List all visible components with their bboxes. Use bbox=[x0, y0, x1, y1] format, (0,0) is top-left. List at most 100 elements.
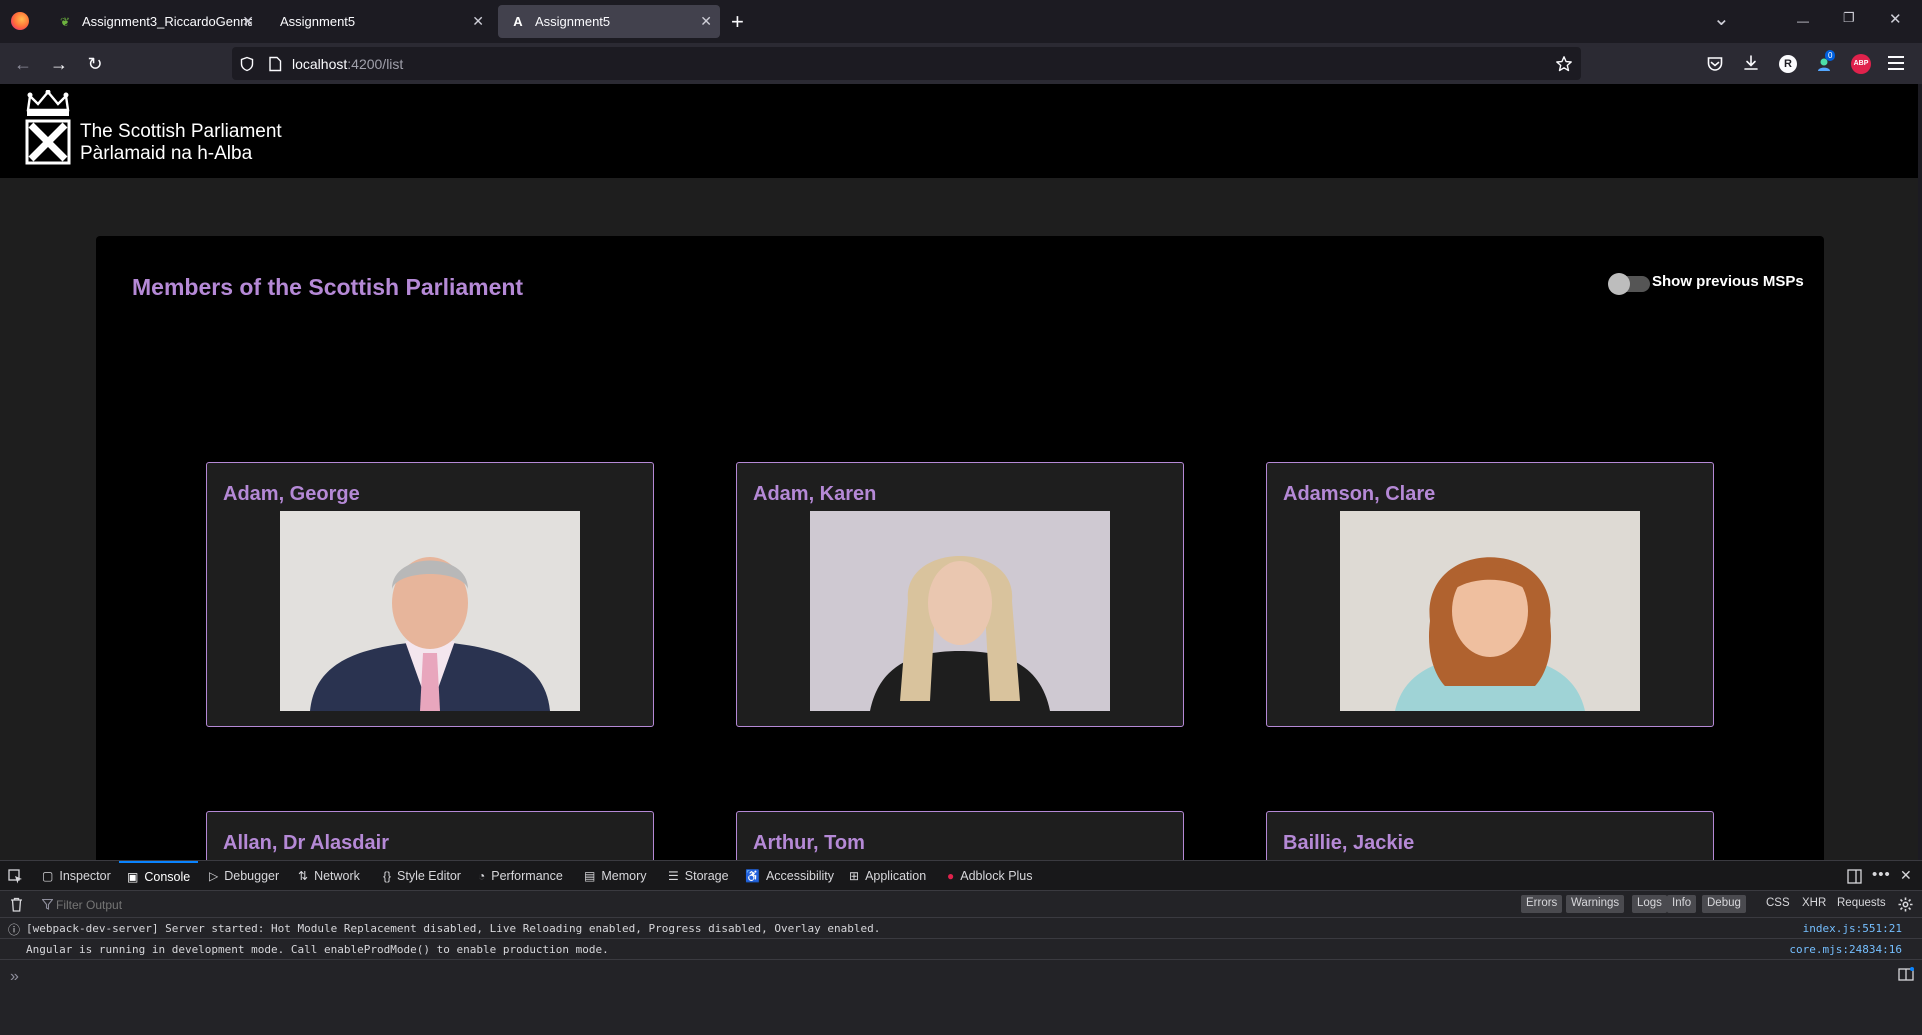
storage-icon: ☰ bbox=[668, 869, 679, 883]
page-viewport: The Scottish Parliament Pàrlamaid na h-A… bbox=[0, 84, 1918, 860]
devtools-tab-memory[interactable]: ▤ Memory bbox=[584, 861, 647, 891]
filter-logs[interactable]: Logs bbox=[1632, 895, 1667, 913]
console-prompt-icon[interactable]: » bbox=[10, 968, 19, 986]
page-icon[interactable] bbox=[268, 56, 282, 72]
tab-assignment3[interactable]: ❦ Assignment3_RiccardoGennarc ✕ bbox=[45, 5, 262, 38]
minimize-button[interactable]: — bbox=[1797, 14, 1809, 28]
devtools-tab-label: Performance bbox=[491, 869, 563, 883]
tab-assignment5-active[interactable]: A Assignment5 ✕ bbox=[498, 5, 720, 38]
msp-name[interactable]: Adamson, Clare bbox=[1283, 483, 1435, 506]
accessibility-icon: ♿ bbox=[745, 869, 760, 883]
devtools-tab-adblock-plus[interactable]: ● Adblock Plus bbox=[947, 861, 1033, 891]
dock-side-icon[interactable] bbox=[1847, 869, 1862, 884]
portrait-image bbox=[810, 511, 1110, 711]
close-window-button[interactable]: ✕ bbox=[1889, 10, 1902, 28]
filter-xhr[interactable]: XHR bbox=[1797, 895, 1831, 913]
tab-assignment5[interactable]: Assignment5 ✕ bbox=[267, 5, 492, 38]
page-title: Members of the Scottish Parliament bbox=[132, 274, 524, 300]
tab-close-icon[interactable]: ✕ bbox=[242, 13, 254, 30]
adblock-plus-icon[interactable]: ABP bbox=[1851, 54, 1871, 74]
url-text[interactable]: localhost:4200/list bbox=[292, 56, 403, 72]
devtools-tab-storage[interactable]: ☰ Storage bbox=[668, 861, 729, 891]
log-source-link[interactable]: index.js:551:21 bbox=[1803, 922, 1902, 935]
devtools-tab-performance[interactable]: ◔ Performance bbox=[478, 861, 563, 891]
filter-output-input[interactable] bbox=[56, 895, 456, 914]
msp-photo[interactable] bbox=[810, 511, 1110, 711]
console-settings-gear-icon[interactable] bbox=[1898, 897, 1913, 912]
filter-debug[interactable]: Debug bbox=[1702, 895, 1746, 913]
log-source-link[interactable]: core.mjs:24834:16 bbox=[1789, 943, 1902, 956]
show-previous-label[interactable]: Show previous MSPs bbox=[1652, 273, 1804, 290]
logo-title-gaelic: Pàrlamaid na h-Alba bbox=[80, 143, 253, 164]
filter-css[interactable]: CSS bbox=[1761, 895, 1795, 913]
clear-console-icon[interactable] bbox=[10, 897, 23, 912]
debugger-icon: ▷ bbox=[209, 869, 219, 883]
msp-card[interactable]: Adam, Karen bbox=[736, 462, 1184, 727]
portrait-image bbox=[1340, 511, 1640, 711]
devtools-tab-label: Accessibility bbox=[765, 869, 835, 883]
devtools-tab-console[interactable]: ▣ Console bbox=[119, 861, 199, 891]
devtools-tab-style-editor[interactable]: {} Style Editor bbox=[383, 861, 461, 891]
toggle-knob[interactable] bbox=[1608, 273, 1630, 295]
restore-button[interactable]: ❐ bbox=[1843, 10, 1855, 26]
menu-line bbox=[1888, 62, 1904, 64]
msp-name[interactable]: Allan, Dr Alasdair bbox=[223, 832, 389, 855]
msp-card[interactable]: Arthur, Tom bbox=[736, 811, 1184, 860]
angular-icon: A bbox=[513, 14, 523, 29]
msp-name[interactable]: Arthur, Tom bbox=[753, 832, 865, 855]
filter-icon bbox=[42, 899, 53, 910]
log-message: Angular is running in development mode. … bbox=[26, 943, 609, 956]
devtools-tab-debugger[interactable]: ▷ Debugger bbox=[209, 861, 279, 891]
msp-name[interactable]: Adam, George bbox=[223, 483, 360, 506]
tab-title: Assignment3_RiccardoGennarc bbox=[82, 14, 252, 29]
msp-photo[interactable] bbox=[280, 511, 580, 711]
devtools-tab-inspector[interactable]: ▢ Inspector bbox=[42, 861, 111, 891]
spring-leaf-icon: ❦ bbox=[59, 14, 71, 29]
msp-photo[interactable] bbox=[1340, 511, 1640, 711]
log-message: [webpack-dev-server] Server started: Hot… bbox=[26, 922, 881, 935]
msp-card[interactable]: Adam, George bbox=[206, 462, 654, 727]
pocket-icon[interactable] bbox=[1706, 55, 1724, 73]
extension-icon[interactable]: 0 bbox=[1815, 50, 1836, 74]
filter-warnings[interactable]: Warnings bbox=[1566, 895, 1625, 913]
split-console-icon[interactable] bbox=[1898, 967, 1914, 981]
pick-element-icon[interactable] bbox=[8, 869, 23, 884]
msp-card[interactable]: Baillie, Jackie bbox=[1266, 811, 1714, 860]
tab-close-icon[interactable]: ✕ bbox=[472, 13, 484, 30]
console-icon: ▣ bbox=[127, 870, 139, 884]
devtools-tab-application[interactable]: ⊞ Application bbox=[849, 861, 926, 891]
new-tab-button[interactable]: + bbox=[731, 9, 744, 35]
filter-info[interactable]: Info bbox=[1667, 895, 1697, 913]
bookmark-star-icon[interactable] bbox=[1555, 55, 1573, 73]
url-bar[interactable]: localhost:4200/list bbox=[232, 47, 1581, 80]
firefox-menu-icon[interactable] bbox=[11, 12, 29, 30]
parliament-logo[interactable]: The Scottish Parliament Pàrlamaid na h-A… bbox=[15, 87, 282, 166]
msp-list-panel: Members of the Scottish Parliament Show … bbox=[96, 236, 1824, 860]
msp-card[interactable]: Allan, Dr Alasdair bbox=[206, 811, 654, 860]
console-log-row: Angular is running in development mode. … bbox=[0, 939, 1922, 960]
forward-button[interactable]: → bbox=[46, 51, 72, 77]
reload-button[interactable]: ↻ bbox=[82, 51, 108, 77]
msp-card[interactable]: Adamson, Clare bbox=[1266, 462, 1714, 727]
filter-requests[interactable]: Requests bbox=[1832, 895, 1891, 913]
devtools-more-icon[interactable]: ••• bbox=[1872, 866, 1891, 883]
list-all-tabs-button[interactable]: ⌄ bbox=[1713, 6, 1730, 31]
back-button[interactable]: ← bbox=[10, 51, 36, 77]
hamburger-menu-icon[interactable] bbox=[1888, 56, 1904, 70]
devtools-tab-label: Style Editor bbox=[397, 869, 461, 883]
url-path: :4200/list bbox=[347, 56, 404, 72]
url-host: localhost bbox=[292, 56, 348, 72]
msp-name[interactable]: Baillie, Jackie bbox=[1283, 832, 1414, 855]
devtools-tab-network[interactable]: ⇅ Network bbox=[298, 861, 360, 891]
devtools-tab-label: Application bbox=[865, 869, 927, 883]
portrait-image bbox=[280, 511, 580, 711]
devtools-close-icon[interactable]: ✕ bbox=[1900, 867, 1912, 884]
downloads-icon[interactable] bbox=[1742, 54, 1760, 72]
filter-errors[interactable]: Errors bbox=[1521, 895, 1563, 913]
devtools-tab-accessibility[interactable]: ♿ Accessibility bbox=[745, 861, 834, 891]
tab-close-icon[interactable]: ✕ bbox=[700, 13, 712, 30]
msp-name[interactable]: Adam, Karen bbox=[753, 483, 876, 506]
show-previous-toggle[interactable] bbox=[1608, 273, 1650, 295]
shield-icon[interactable] bbox=[239, 56, 255, 72]
profile-avatar[interactable]: R bbox=[1779, 55, 1797, 73]
